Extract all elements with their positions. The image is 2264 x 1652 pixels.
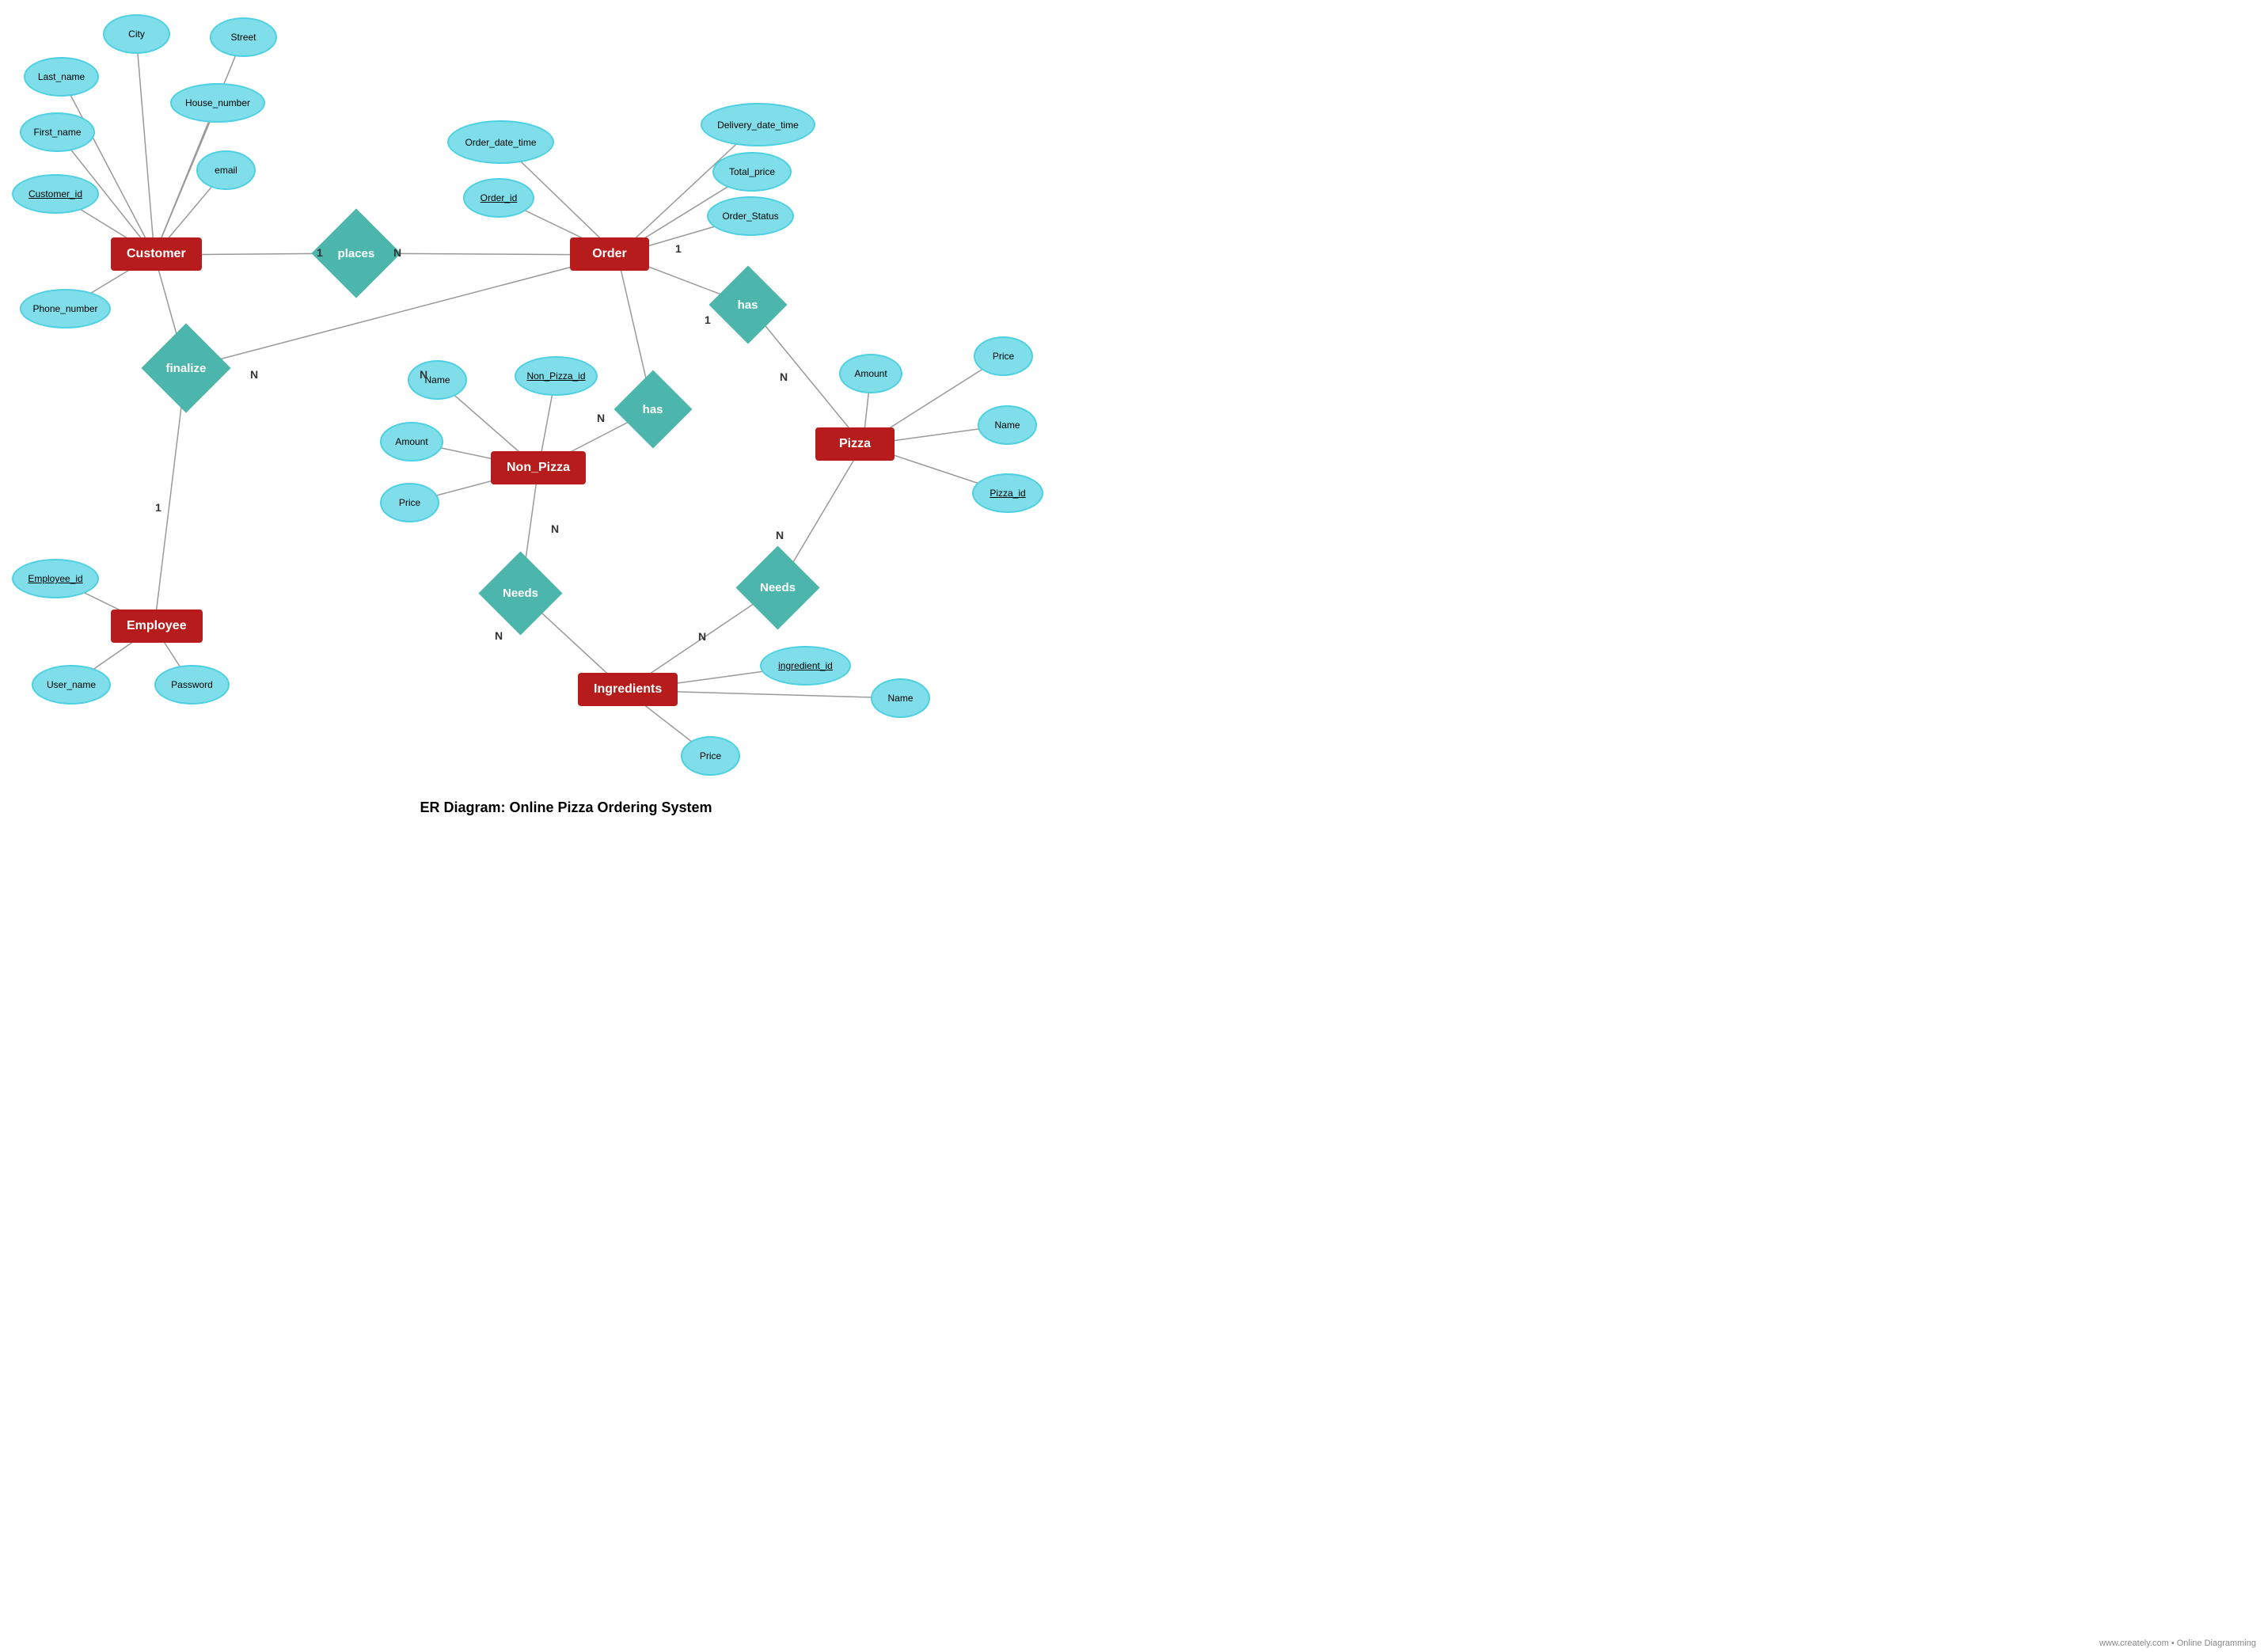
attr-customerid: Customer_id bbox=[12, 174, 99, 214]
entity-nonpizza: Non_Pizza bbox=[491, 451, 586, 484]
card-7: N bbox=[780, 370, 788, 383]
attr-email: email bbox=[196, 150, 256, 190]
attr-lastname: Last_name bbox=[24, 57, 99, 97]
attr-total-price: Total_price bbox=[712, 152, 792, 192]
attr-firstname: First_name bbox=[20, 112, 95, 152]
card-4: N bbox=[420, 368, 427, 381]
attr-street: Street bbox=[210, 17, 277, 57]
card-8: N bbox=[597, 412, 605, 424]
attr-ingredient-price: Price bbox=[681, 736, 740, 776]
card-5: 1 bbox=[675, 242, 682, 255]
attr-ingredient-id: ingredient_id bbox=[760, 646, 851, 685]
card-13: 1 bbox=[155, 501, 161, 514]
attr-order-date-time: Order_date_time bbox=[447, 120, 554, 164]
attr-pizza-price: Price bbox=[974, 336, 1033, 376]
attr-nonpizza-id: Non_Pizza_id bbox=[515, 356, 598, 396]
attr-nonpizza-price: Price bbox=[380, 483, 439, 522]
attr-housenumber: House_number bbox=[170, 83, 265, 123]
attr-order-id: Order_id bbox=[463, 178, 534, 218]
card-9: N bbox=[551, 522, 559, 535]
card-1: 1 bbox=[317, 246, 323, 259]
diagram-title: ER Diagram: Online Pizza Ordering System bbox=[0, 792, 1132, 824]
attr-city: City bbox=[103, 14, 170, 54]
attr-nonpizza-name: Name bbox=[408, 360, 467, 400]
card-2: N bbox=[393, 246, 401, 259]
entity-pizza: Pizza bbox=[815, 427, 895, 461]
attr-username: User_name bbox=[32, 665, 111, 704]
attr-order-status: Order_Status bbox=[707, 196, 794, 236]
attr-pizza-amount: Amount bbox=[839, 354, 902, 393]
card-11: N bbox=[776, 529, 784, 541]
attr-password: Password bbox=[154, 665, 230, 704]
attr-pizza-id: Pizza_id bbox=[972, 473, 1043, 513]
entity-customer: Customer bbox=[111, 237, 202, 271]
attr-pizza-name: Name bbox=[978, 405, 1037, 445]
attr-delivery-date-time: Delivery_date_time bbox=[701, 103, 815, 146]
attr-ingredient-name: Name bbox=[871, 678, 930, 718]
watermark: www.creately.com • Online Diagramming bbox=[2099, 1639, 2256, 1648]
entity-ingredients: Ingredients bbox=[578, 673, 678, 706]
attr-nonpizza-amount: Amount bbox=[380, 422, 443, 461]
card-6: 1 bbox=[705, 313, 711, 326]
attr-phonenumber: Phone_number bbox=[20, 289, 111, 329]
attr-employee-id: Employee_id bbox=[12, 559, 99, 598]
card-12: N bbox=[698, 630, 706, 643]
entity-order: Order bbox=[570, 237, 649, 271]
card-3: N bbox=[250, 368, 258, 381]
card-10: N bbox=[495, 629, 503, 642]
entity-employee: Employee bbox=[111, 610, 203, 643]
